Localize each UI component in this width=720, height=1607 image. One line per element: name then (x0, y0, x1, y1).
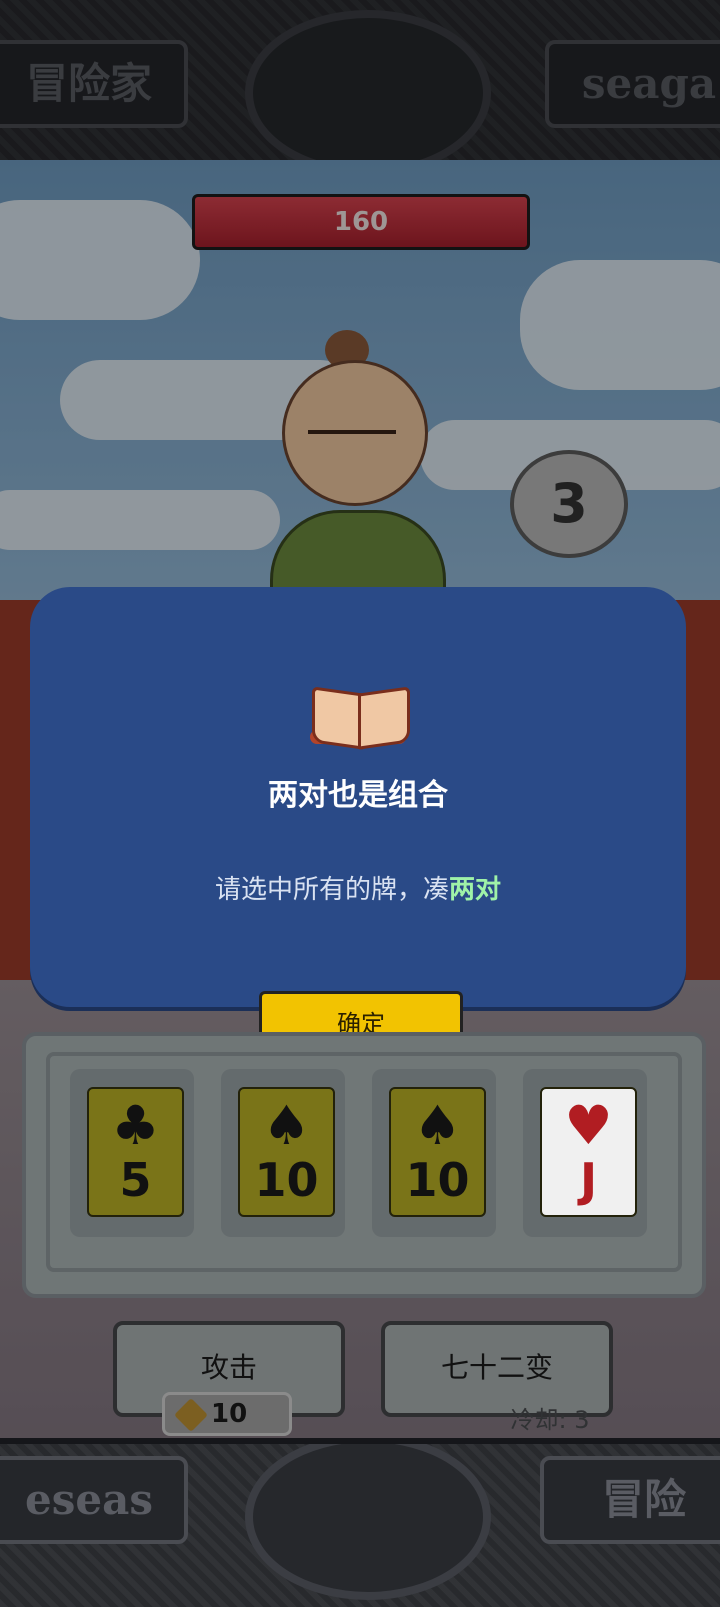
spade-icon: ♠ (262, 1094, 311, 1157)
card-rank: 10 (405, 1153, 470, 1207)
bottom-frame: eseas 冒险 (0, 1438, 720, 1607)
club-icon: ♣ (111, 1094, 160, 1157)
book-page-left (312, 686, 364, 750)
spade-icon: ♠ (413, 1094, 462, 1157)
dialog-message-text: 请选中所有的牌，凑 (214, 875, 449, 905)
playing-card[interactable]: ♠ 10 (238, 1087, 335, 1217)
card-rank: J (579, 1153, 598, 1207)
book-page-right (358, 686, 410, 750)
dialog-title: 两对也是组合 (268, 778, 448, 813)
attack-cost-badge: 10 (162, 1392, 292, 1436)
heart-icon: ♥ (564, 1094, 613, 1157)
book-icon (306, 684, 410, 750)
sword-icon (174, 1397, 208, 1432)
transform-cooldown: 冷却: 3 (510, 1406, 590, 1434)
playing-card[interactable]: ♣ 5 (87, 1087, 184, 1217)
card-rank: 5 (119, 1153, 152, 1207)
attack-cost-value: 10 (211, 1399, 248, 1429)
card-rank: 10 (254, 1153, 319, 1207)
dialog-message: 请选中所有的牌，凑两对 (30, 869, 686, 906)
playing-card[interactable]: ♠ 10 (389, 1087, 486, 1217)
left-footer-plaque: eseas (0, 1456, 188, 1544)
playing-card[interactable]: ♥ J (540, 1087, 637, 1217)
dialog-message-highlight: 两对 (449, 875, 502, 905)
right-footer-plaque: 冒险 (540, 1456, 720, 1544)
footer-emblem (245, 1444, 491, 1600)
